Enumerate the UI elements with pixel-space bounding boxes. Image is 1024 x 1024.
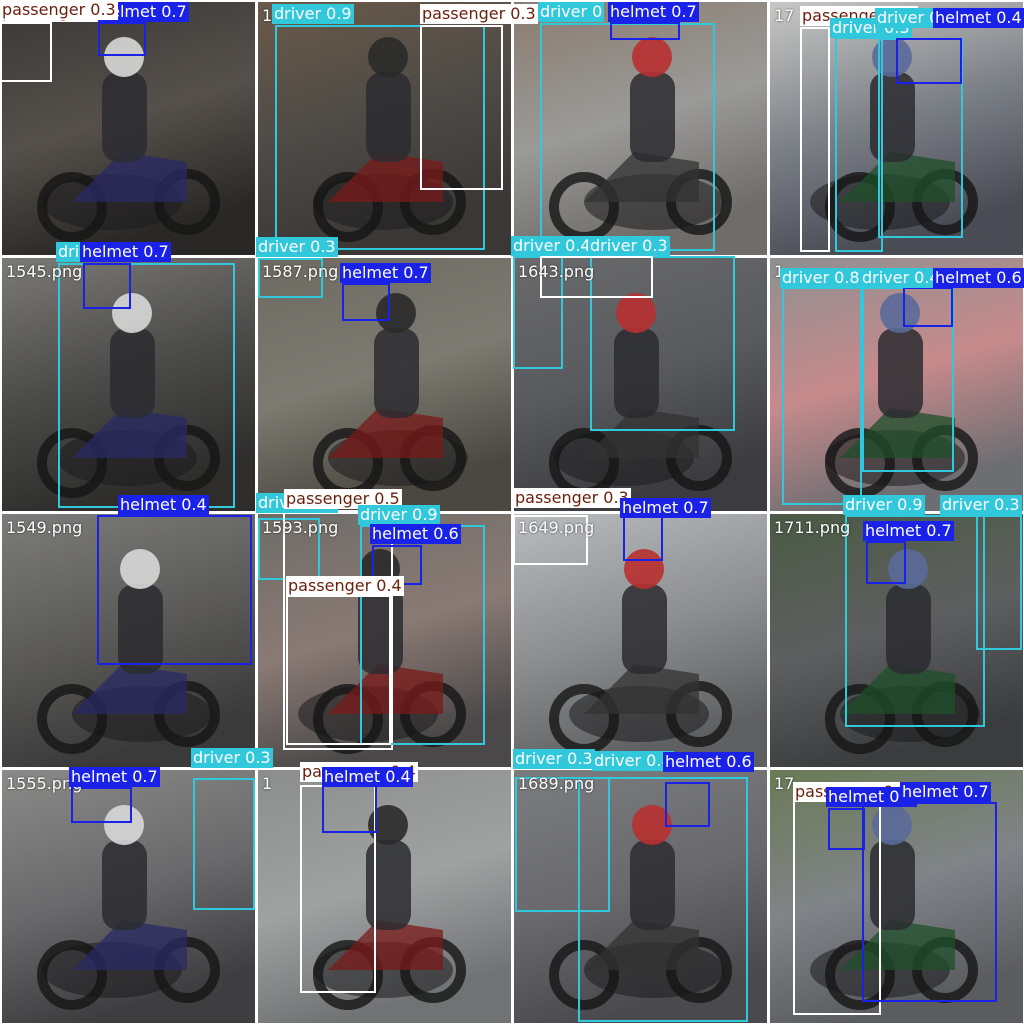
tile-filename: 1 [262,6,273,25]
mosaic-tile: 17 [770,770,1023,1023]
mosaic-tile: 1643.png [514,258,767,511]
tile-filename: 1593.png [262,518,339,537]
tile-filename: 1643.png [518,262,595,281]
street-photo [770,258,1023,511]
mosaic-tile: 1689.png [514,770,767,1023]
street-photo [258,2,511,255]
tile-filename: 1 [774,262,785,281]
tile-filename: 1649.png [518,518,595,537]
detection-mosaic: 1 17 1545.png 1587.png 1643.png 1 1549.png 1593… [0,0,1024,1024]
street-photo [2,514,255,767]
street-photo [2,258,255,511]
mosaic-tile: 1649.png [514,514,767,767]
street-photo [770,514,1023,767]
mosaic-tile: 1 [258,2,511,255]
tile-filename: 1587.png [262,262,339,281]
mosaic-tile: 1 [770,258,1023,511]
street-photo [2,770,255,1023]
street-photo [514,514,767,767]
mosaic-tile [514,2,767,255]
street-photo [258,770,511,1023]
mosaic-tile: 17 [770,2,1023,255]
mosaic-tile: 1549.png [2,514,255,767]
street-photo [770,2,1023,255]
street-photo [514,258,767,511]
tile-filename: 1689.png [518,774,595,793]
mosaic-tile [2,2,255,255]
mosaic-tile: 1587.png [258,258,511,511]
tile-filename: 1549.png [6,518,83,537]
mosaic-tile: 1711.png [770,514,1023,767]
tile-filename: 1555.png [6,774,83,793]
tile-filename: 1 [262,774,273,793]
mosaic-tile: 1 [258,770,511,1023]
tile-filename: 1711.png [774,518,851,537]
street-photo [258,514,511,767]
street-photo [770,770,1023,1023]
mosaic-tile: 1593.png [258,514,511,767]
mosaic-tile: 1545.png [2,258,255,511]
tile-filename: 17 [774,774,795,793]
street-photo [514,770,767,1023]
tile-filename: 1545.png [6,262,83,281]
tile-filename: 17 [774,6,795,25]
street-photo [258,258,511,511]
mosaic-tile: 1555.png [2,770,255,1023]
street-photo [514,2,767,255]
street-photo [2,2,255,255]
